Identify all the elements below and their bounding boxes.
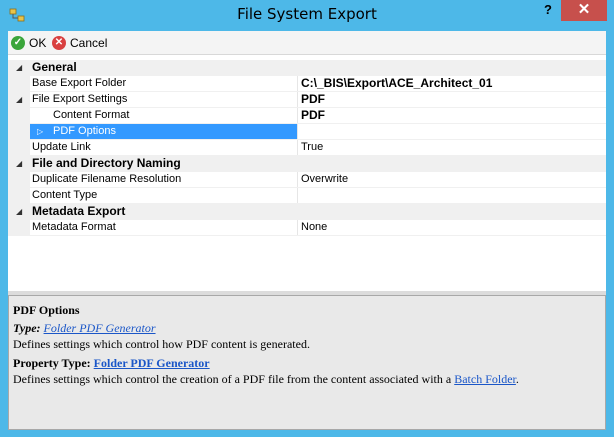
collapse-icon[interactable]: ◢ <box>16 95 22 104</box>
type-description: Defines settings which control how PDF c… <box>13 337 310 351</box>
expand-icon[interactable]: ▷ <box>37 127 43 136</box>
property-name: PDF Options <box>53 125 116 137</box>
property-row-content-type[interactable]: Content Type <box>8 188 606 204</box>
property-name: File Export Settings <box>32 93 128 105</box>
property-name: Content Type <box>32 189 98 201</box>
description-title: PDF Options <box>13 303 80 317</box>
property-name: Duplicate Filename Resolution <box>32 173 182 185</box>
ok-label: OK <box>29 36 47 50</box>
property-name: Metadata Format <box>32 221 116 233</box>
dialog-client-area: ✓ OK ✕ Cancel ◢ General Base Export Fold… <box>8 31 606 430</box>
property-row-metadata-format[interactable]: Metadata Format None <box>8 220 606 236</box>
property-row-base-export-folder[interactable]: Base Export Folder C:\_BIS\Export\ACE_Ar… <box>8 76 606 92</box>
cancel-button[interactable]: ✕ Cancel <box>52 34 107 52</box>
category-label: File and Directory Naming <box>32 156 181 170</box>
property-name: Content Format <box>53 109 130 121</box>
property-type-text: Defines settings which control the creat… <box>13 372 452 386</box>
cancel-label: Cancel <box>70 36 108 50</box>
cancel-icon: ✕ <box>52 36 66 50</box>
property-row-pdf-options[interactable]: ▷ PDF Options <box>8 124 606 140</box>
type-line: Type: Folder PDF Generator <box>13 321 156 336</box>
property-value[interactable]: None <box>301 221 327 233</box>
close-button[interactable]: ✕ <box>561 0 607 21</box>
category-metadata-export[interactable]: ◢ Metadata Export <box>8 204 606 220</box>
property-row-duplicate-filename-resolution[interactable]: Duplicate Filename Resolution Overwrite <box>8 172 606 188</box>
property-name: Base Export Folder <box>32 77 127 89</box>
property-row-file-export-settings[interactable]: ◢ File Export Settings PDF <box>8 92 606 108</box>
batch-folder-link[interactable]: Batch Folder <box>454 372 516 386</box>
toolbar: ✓ OK ✕ Cancel <box>8 31 606 55</box>
property-value[interactable]: C:\_BIS\Export\ACE_Architect_01 <box>301 76 492 90</box>
ok-icon: ✓ <box>11 36 25 50</box>
property-value[interactable]: PDF <box>301 92 325 106</box>
property-type-label: Property Type: <box>13 356 91 370</box>
category-general[interactable]: ◢ General <box>8 60 606 76</box>
category-label: General <box>32 60 77 74</box>
property-value[interactable]: True <box>301 141 323 153</box>
type-label: Type: <box>13 321 41 335</box>
file-system-export-window: File System Export ? ✕ ✓ OK ✕ Cancel ◢ G… <box>0 0 614 437</box>
window-title: File System Export <box>237 5 377 23</box>
collapse-icon[interactable]: ◢ <box>16 159 22 168</box>
help-button[interactable]: ? <box>535 0 561 21</box>
property-grid: ◢ General Base Export Folder C:\_BIS\Exp… <box>8 57 606 291</box>
property-type-line: Property Type: Folder PDF Generator <box>13 356 210 371</box>
category-file-and-directory-naming[interactable]: ◢ File and Directory Naming <box>8 156 606 172</box>
description-panel: PDF Options Type: Folder PDF Generator D… <box>8 295 606 430</box>
property-value[interactable]: Overwrite <box>301 173 348 185</box>
collapse-icon[interactable]: ◢ <box>16 207 22 216</box>
ok-button[interactable]: ✓ OK <box>11 34 46 52</box>
category-label: Metadata Export <box>32 204 126 218</box>
collapse-icon[interactable]: ◢ <box>16 63 22 72</box>
property-type-description: Defines settings which control the creat… <box>13 372 519 387</box>
type-link[interactable]: Folder PDF Generator <box>44 321 156 335</box>
property-type-text-end: . <box>515 372 519 386</box>
property-type-link[interactable]: Folder PDF Generator <box>94 356 210 370</box>
title-bar[interactable]: File System Export ? ✕ <box>0 0 614 30</box>
property-name: Update Link <box>32 141 91 153</box>
property-row-content-format[interactable]: Content Format PDF <box>8 108 606 124</box>
property-row-update-link[interactable]: Update Link True <box>8 140 606 156</box>
property-value[interactable]: PDF <box>301 108 325 122</box>
